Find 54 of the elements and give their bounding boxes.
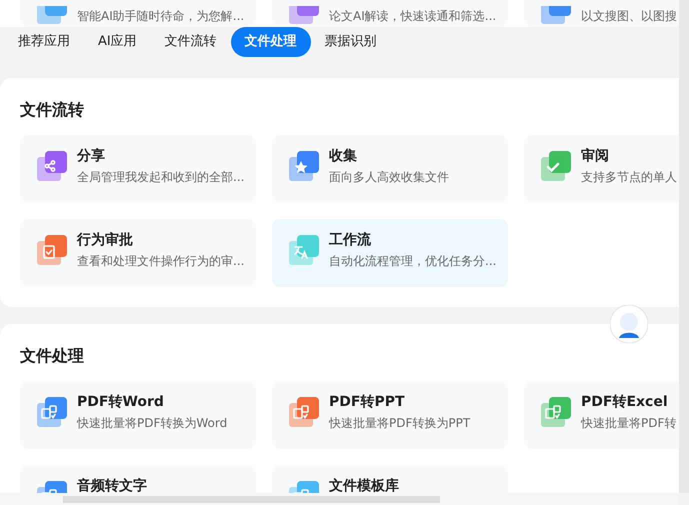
- app-description: 以文搜图、以图搜: [581, 8, 677, 24]
- app-icon: [35, 233, 69, 267]
- app-card[interactable]: PDF转PPT 快速批量将PDF转换为PPT: [272, 381, 508, 449]
- app-description: 自动化流程管理，优化任务分...: [329, 253, 496, 269]
- app-title: 行为审批: [77, 231, 134, 249]
- category-tab[interactable]: 文件处理: [230, 27, 311, 57]
- app-description: 快速批量将PDF转: [581, 415, 676, 431]
- app-icon: [539, 149, 573, 183]
- app-icon: [35, 395, 69, 429]
- app-description: 快速批量将PDF转换为PPT: [329, 415, 470, 431]
- app-description: 面向多人高效收集文件: [329, 169, 449, 185]
- category-tab[interactable]: AI应用: [84, 27, 151, 57]
- app-description: 查看和处理文件操作行为的审...: [77, 253, 244, 269]
- app-card[interactable]: PDF转Excel 快速批量将PDF转: [524, 381, 679, 449]
- app-card[interactable]: 文件模板库: [272, 465, 508, 493]
- app-icon: [539, 395, 573, 429]
- category-tab[interactable]: 推荐应用: [4, 27, 84, 57]
- app-description: 支持多节点的单人: [581, 169, 677, 185]
- app-title: 审阅: [581, 147, 610, 165]
- app-card[interactable]: PDF转Word 快速批量将PDF转换为Word: [20, 381, 256, 449]
- app-description: 智能AI助手随时待命，为您解...: [77, 8, 244, 24]
- app-icon: [35, 149, 69, 183]
- app-title: PDF转PPT: [329, 393, 406, 411]
- app-title: 收集: [329, 147, 358, 165]
- app-icon: [539, 6, 573, 26]
- app-icon: [287, 149, 321, 183]
- app-title: 工作流: [329, 231, 372, 249]
- category-tab[interactable]: 文件流转: [150, 27, 231, 57]
- app-icon: [287, 395, 321, 429]
- app-title: 文件模板库: [329, 477, 399, 493]
- app-icon: [287, 233, 321, 267]
- app-icon: [287, 6, 321, 26]
- section-title: 文件处理: [20, 345, 85, 367]
- app-card[interactable]: 行为审批 查看和处理文件操作行为的审...: [20, 219, 256, 287]
- scrollbar-thumb[interactable]: [63, 496, 440, 502]
- mascot-avatar[interactable]: [610, 305, 648, 343]
- app-description: 快速批量将PDF转换为Word: [77, 415, 228, 431]
- app-description: 全局管理我发起和收到的全部...: [77, 169, 244, 185]
- app-card[interactable]: 智能AI助手随时待命，为您解...: [20, 0, 256, 27]
- app-card[interactable]: 论文AI解读，快速读通和筛选...: [272, 0, 508, 27]
- app-title: 音频转文字: [77, 477, 147, 493]
- app-description: 论文AI解读，快速读通和筛选...: [329, 8, 496, 24]
- category-tab[interactable]: 票据识别: [310, 27, 391, 57]
- app-card[interactable]: 审阅 支持多节点的单人: [524, 135, 679, 203]
- app-title: PDF转Excel: [581, 393, 669, 411]
- app-card[interactable]: 收集 面向多人高效收集文件: [272, 135, 508, 203]
- app-icon: [35, 6, 69, 26]
- app-card[interactable]: 音频转文字: [20, 465, 256, 493]
- app-card[interactable]: 以文搜图、以图搜: [524, 0, 679, 27]
- app-card[interactable]: 工作流 自动化流程管理，优化任务分...: [272, 219, 508, 287]
- app-title: PDF转Word: [77, 393, 165, 411]
- app-title: 分享: [77, 147, 106, 165]
- section-title: 文件流转: [20, 99, 85, 121]
- app-card[interactable]: 分享 全局管理我发起和收到的全部...: [20, 135, 256, 203]
